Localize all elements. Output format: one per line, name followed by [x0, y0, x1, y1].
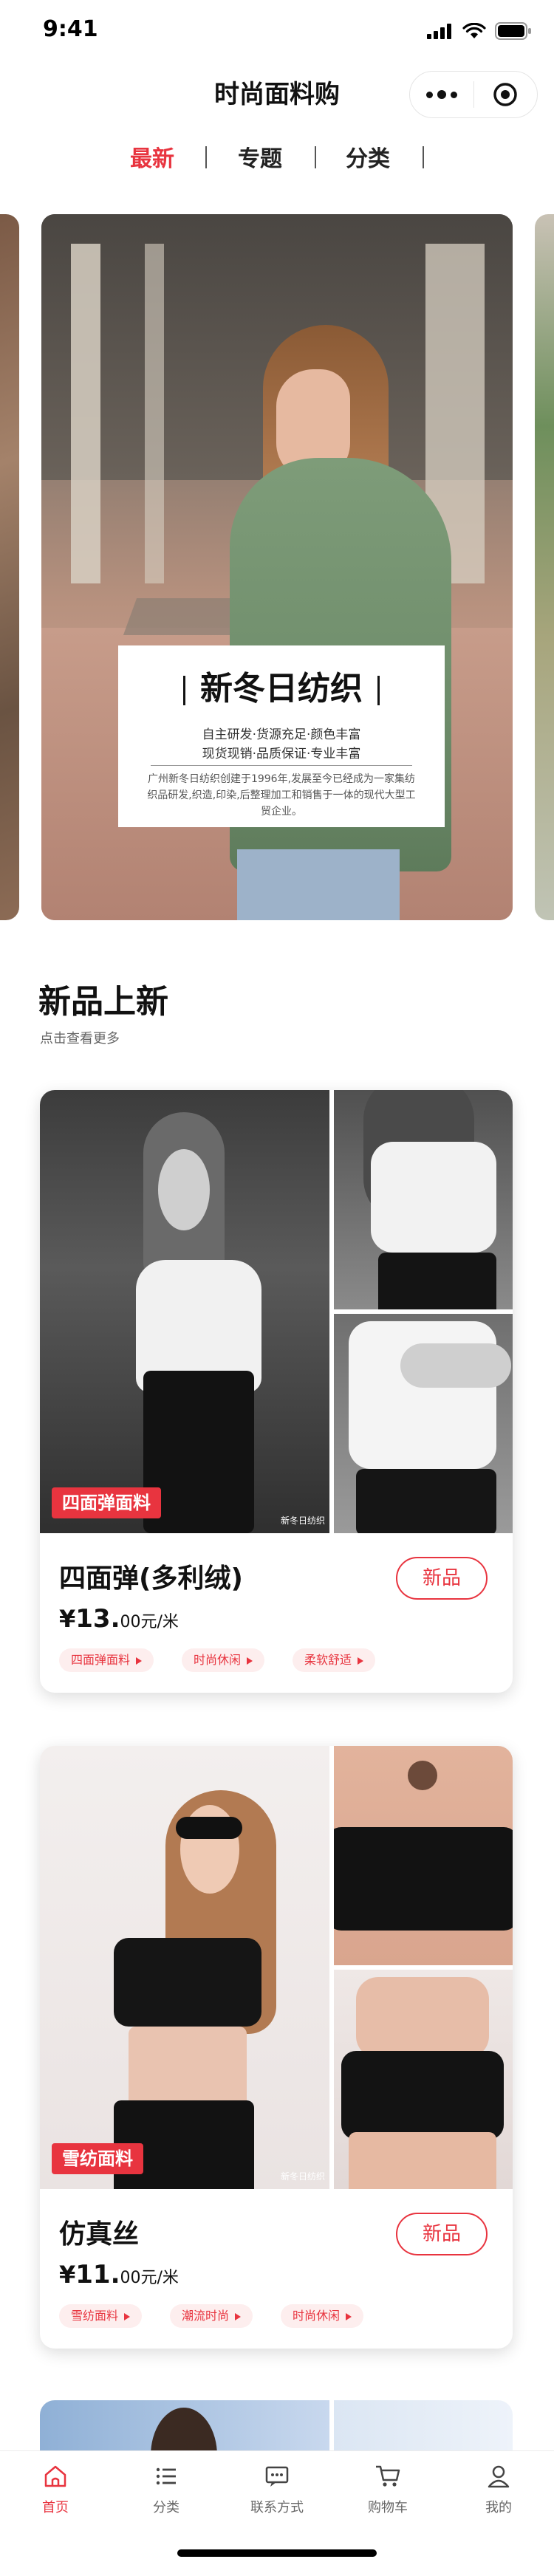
- chip-label: 时尚休闲: [194, 1653, 242, 1667]
- user-icon: [488, 2465, 510, 2488]
- product-name: 仿真丝: [59, 2219, 140, 2250]
- product-tag-chip[interactable]: 柔软舒适: [293, 1648, 376, 1672]
- product-category-tag: 雪纺面料: [52, 2143, 143, 2174]
- status-icons: [427, 22, 532, 40]
- product-detail-photo: [334, 1746, 513, 1965]
- banner-divider: [151, 765, 412, 766]
- tabbar-label: 首页: [42, 2500, 69, 2515]
- price-currency: ¥: [59, 1605, 76, 1633]
- photo-watermark: 新冬日纺织: [281, 2171, 326, 2182]
- tab-latest[interactable]: 最新: [130, 140, 174, 173]
- product-card[interactable]: 四面弹面料 新冬日纺织 四面弹(多利绒) ¥13.00元/米 新品 四面弹面料 …: [40, 1090, 513, 1693]
- target-icon: [493, 83, 517, 106]
- photo-watermark: 新冬日纺织: [281, 1515, 326, 1526]
- home-indicator[interactable]: [177, 2549, 377, 2557]
- product-tag-chip[interactable]: 潮流时尚: [170, 2304, 253, 2328]
- section-view-more[interactable]: 点击查看更多: [40, 1028, 120, 1047]
- tabbar-profile[interactable]: 我的: [443, 2460, 554, 2527]
- banner-photo-model-jeans: [237, 849, 400, 920]
- price-currency: ¥: [59, 2261, 76, 2289]
- product-tags: 四面弹面料 时尚休闲 柔软舒适: [59, 1648, 376, 1672]
- chip-label: 雪纺面料: [71, 2309, 119, 2323]
- banner-description: 广州新冬日纺织创建于1996年,发展至今已经成为一家集纺织品研发,织造,印染,后…: [147, 773, 416, 818]
- list-icon: [156, 2467, 176, 2485]
- status-bar: 9:41: [0, 0, 554, 65]
- status-time: 9:41: [43, 16, 98, 42]
- product-detail-photo: [334, 1970, 513, 2189]
- title-bar-right: [377, 676, 380, 705]
- banner-photo-pillar: [145, 244, 164, 583]
- home-icon: [44, 2465, 66, 2487]
- more-button[interactable]: [410, 71, 473, 118]
- chip-label: 四面弹面料: [71, 1653, 131, 1667]
- wifi-icon: [462, 23, 486, 38]
- chip-label: 时尚休闲: [293, 2309, 341, 2323]
- banner-slogan-2: 现货现销·品质保证·专业丰富: [202, 747, 361, 761]
- product-tag-chip[interactable]: 时尚休闲: [281, 2304, 364, 2328]
- price-integer: 13.: [75, 1604, 120, 1634]
- battery-icon: [495, 22, 531, 40]
- banner-slide[interactable]: 新冬日纺织 自主研发·货源充足·颜色丰富 现货现销·品质保证·专业丰富 广州新冬…: [41, 214, 513, 920]
- tab-divider: [423, 146, 424, 168]
- tabbar-label: 联系方式: [250, 2500, 304, 2515]
- cart-icon: [376, 2465, 400, 2487]
- more-dot-icon: [450, 91, 457, 98]
- tabbar-label: 分类: [153, 2500, 179, 2515]
- chip-label: 潮流时尚: [182, 2309, 230, 2323]
- product-detail-photo: [334, 1314, 513, 1533]
- chip-label: 柔软舒适: [304, 1653, 352, 1667]
- product-tag-chip[interactable]: 雪纺面料: [59, 2304, 143, 2328]
- play-arrow-icon: [346, 2312, 352, 2320]
- tab-categories[interactable]: 分类: [346, 140, 390, 173]
- product-price: ¥11.00元/米: [59, 2260, 179, 2289]
- play-arrow-icon: [136, 1657, 143, 1665]
- tab-divider: [315, 146, 316, 168]
- tabbar-contact[interactable]: 联系方式: [222, 2460, 332, 2527]
- banner-next-slide[interactable]: [535, 214, 554, 920]
- banner-info-card: 新冬日纺织 自主研发·货源充足·颜色丰富 现货现销·品质保证·专业丰富 广州新冬…: [118, 645, 445, 827]
- play-arrow-icon: [247, 1657, 253, 1665]
- price-integer: 11.: [75, 2260, 120, 2289]
- top-tabs: 最新 专题 分类: [0, 140, 554, 177]
- price-unit: 00元/米: [120, 2269, 179, 2287]
- tabbar-home[interactable]: 首页: [0, 2460, 111, 2527]
- section-title: 新品上新: [38, 983, 168, 1021]
- product-main-photo: [40, 1746, 329, 2189]
- product-name: 四面弹(多利绒): [59, 1563, 243, 1594]
- product-category-tag: 四面弹面料: [52, 1487, 161, 1518]
- product-tag-chip[interactable]: 四面弹面料: [59, 1648, 154, 1672]
- play-arrow-icon: [358, 1657, 364, 1665]
- more-dot-icon: [437, 90, 446, 99]
- banner-title-row: 新冬日纺织: [118, 662, 445, 709]
- banner-slogan-1: 自主研发·货源充足·颜色丰富: [202, 727, 361, 742]
- product-price: ¥13.00元/米: [59, 1604, 179, 1634]
- bottom-tab-bar: 首页 分类 联系方式 购物车 我的: [0, 2450, 554, 2576]
- product-detail-photo: [334, 1090, 513, 1309]
- banner-title: 新冬日纺织: [200, 670, 363, 708]
- product-tag-chip[interactable]: 时尚休闲: [182, 1648, 265, 1672]
- tabbar-label: 购物车: [368, 2500, 408, 2515]
- new-badge-button[interactable]: 新品: [396, 1557, 488, 1600]
- tab-topics[interactable]: 专题: [238, 140, 282, 173]
- message-icon: [265, 2466, 289, 2487]
- product-main-photo: [40, 1090, 329, 1533]
- mini-program-capsule: [409, 71, 538, 118]
- product-card[interactable]: 雪纺面料 新冬日纺织 仿真丝 ¥11.00元/米 新品 雪纺面料 潮流时尚 时尚…: [40, 1746, 513, 2349]
- title-bar-left: [183, 676, 185, 705]
- tabbar-categories[interactable]: 分类: [111, 2460, 222, 2527]
- new-badge-button[interactable]: 新品: [396, 2213, 488, 2255]
- tabbar-cart[interactable]: 购物车: [332, 2460, 443, 2527]
- more-dot-icon: [425, 91, 433, 98]
- price-unit: 00元/米: [120, 1613, 179, 1631]
- tabbar-label: 我的: [485, 2500, 512, 2515]
- product-tags: 雪纺面料 潮流时尚 时尚休闲: [59, 2304, 364, 2328]
- play-arrow-icon: [124, 2312, 131, 2320]
- play-arrow-icon: [235, 2312, 242, 2320]
- banner-photo-pillar: [71, 244, 100, 583]
- close-miniprogram-button[interactable]: [474, 71, 538, 118]
- tab-divider: [205, 146, 207, 168]
- banner-prev-slide[interactable]: [0, 214, 19, 920]
- signal-icon: [427, 24, 451, 39]
